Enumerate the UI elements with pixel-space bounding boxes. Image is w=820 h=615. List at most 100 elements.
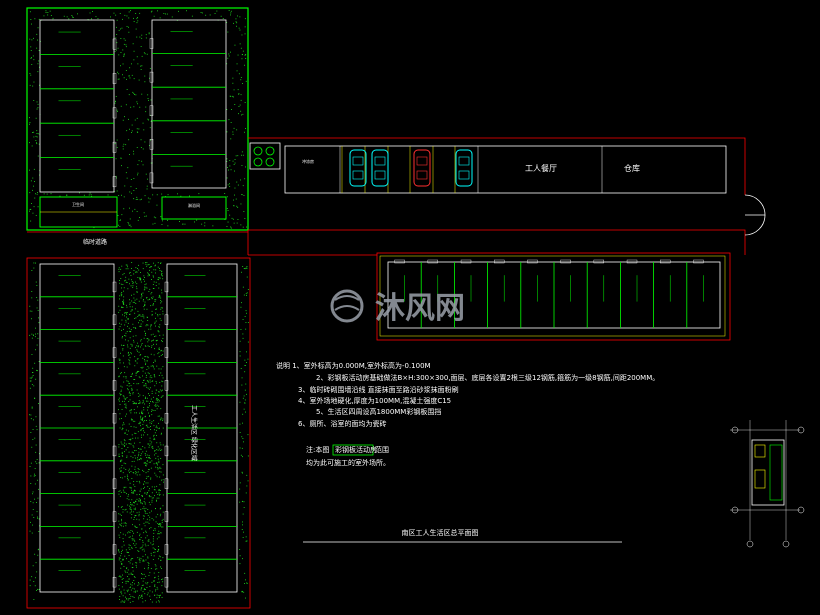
vegetation-dot — [120, 567, 122, 569]
note-4: 4、室外场地硬化,厚度为100MM,混凝土强度C15 — [298, 396, 451, 405]
vegetation-dot — [133, 580, 135, 581]
vegetation-dot — [238, 73, 240, 75]
vegetation-dot — [244, 402, 246, 404]
vegetation-dot — [163, 13, 165, 14]
legend-box-label: 彩钢板活动房 — [335, 445, 377, 454]
vegetation-dot — [128, 75, 130, 77]
vegetation-dot — [125, 46, 127, 48]
garden-label: 工人生活区 绿化区域 — [190, 405, 198, 461]
vegetation-dot — [132, 492, 134, 494]
vegetation-dot — [244, 102, 246, 103]
vegetation-dot — [245, 597, 246, 599]
vegetation-dot — [126, 130, 128, 132]
vegetation-dot — [143, 275, 145, 277]
vegetation-dot — [133, 150, 134, 152]
vegetation-dot — [143, 421, 145, 423]
vegetation-dot — [126, 498, 128, 500]
vegetation-dot — [123, 54, 125, 56]
vegetation-dot — [139, 490, 141, 492]
vegetation-dot — [160, 594, 161, 596]
vegetation-dot — [162, 518, 164, 520]
vegetation-dot — [145, 507, 147, 509]
vegetation-dot — [128, 581, 129, 583]
vegetation-dot — [158, 331, 160, 333]
vegetation-dot — [151, 414, 153, 416]
vegetation-dot — [130, 186, 132, 188]
vegetation-dot — [162, 505, 164, 507]
vegetation-dot — [148, 412, 149, 414]
vegetation-dot — [131, 300, 133, 302]
vegetation-dot — [127, 352, 129, 354]
vegetation-dot — [123, 53, 125, 55]
vegetation-dot — [33, 267, 35, 269]
vegetation-dot — [246, 362, 247, 363]
vegetation-dot — [30, 50, 32, 51]
vegetation-dot — [120, 532, 122, 534]
vegetation-dot — [158, 526, 160, 528]
vegetation-dot — [138, 448, 139, 449]
vegetation-dot — [130, 530, 132, 531]
vegetation-dot — [138, 515, 140, 517]
vegetation-dot — [118, 267, 120, 269]
vegetation-dot — [131, 461, 133, 462]
vegetation-dot — [156, 339, 158, 341]
vegetation-dot — [33, 206, 35, 208]
vegetation-dot — [133, 198, 135, 200]
vegetation-dot — [33, 37, 34, 39]
vegetation-dot — [37, 516, 38, 518]
vegetation-dot — [36, 133, 38, 134]
vegetation-dot — [150, 325, 152, 326]
vegetation-dot — [33, 131, 35, 133]
vegetation-dot — [139, 423, 141, 425]
vegetation-dot — [159, 508, 161, 510]
vegetation-dot — [35, 281, 37, 283]
vegetation-dot — [137, 431, 139, 433]
vegetation-dot — [152, 284, 154, 285]
vegetation-dot — [131, 345, 133, 347]
vegetation-dot — [136, 531, 138, 533]
vegetation-dot — [245, 293, 247, 295]
vegetation-dot — [120, 385, 122, 387]
vegetation-dot — [153, 262, 154, 264]
vegetation-dot — [38, 322, 40, 324]
vegetation-dot — [234, 162, 236, 164]
vegetation-dot — [119, 418, 121, 420]
vegetation-dot — [156, 442, 158, 444]
vegetation-dot — [148, 496, 150, 498]
vegetation-dot — [241, 377, 243, 379]
vegetation-dot — [134, 442, 135, 444]
vegetation-dot — [149, 298, 150, 300]
vegetation-dot — [145, 510, 146, 512]
vegetation-dot — [241, 34, 243, 36]
vegetation-dot — [43, 15, 45, 17]
vegetation-dot — [37, 299, 39, 301]
vegetation-dot — [137, 310, 139, 312]
vegetation-dot — [154, 348, 155, 350]
vegetation-dot — [157, 449, 159, 451]
vegetation-dot — [209, 14, 211, 16]
vegetation-dot — [159, 450, 161, 451]
vegetation-dot — [241, 447, 243, 449]
vegetation-dot — [32, 189, 33, 191]
vegetation-dot — [153, 519, 155, 521]
vegetation-dot — [35, 262, 36, 264]
axis-bubble-6 — [782, 540, 790, 548]
vegetation-dot — [155, 406, 157, 407]
vegetation-dot — [161, 292, 163, 294]
vegetation-dot — [126, 306, 128, 308]
vegetation-dot — [119, 309, 121, 311]
vegetation-dot — [132, 401, 134, 402]
vegetation-dot — [152, 540, 154, 542]
vegetation-dot — [137, 20, 139, 22]
vegetation-dot — [142, 424, 144, 425]
vegetation-dot — [119, 495, 121, 497]
vegetation-dot — [125, 70, 127, 71]
vegetation-dot — [158, 533, 160, 535]
vegetation-dot — [133, 339, 134, 341]
vegetation-dot — [162, 307, 163, 309]
vegetation-dot — [242, 50, 244, 52]
vegetation-dot — [121, 520, 122, 522]
vegetation-dot — [153, 555, 155, 557]
vegetation-dot — [154, 585, 156, 587]
vegetation-dot — [113, 12, 115, 14]
